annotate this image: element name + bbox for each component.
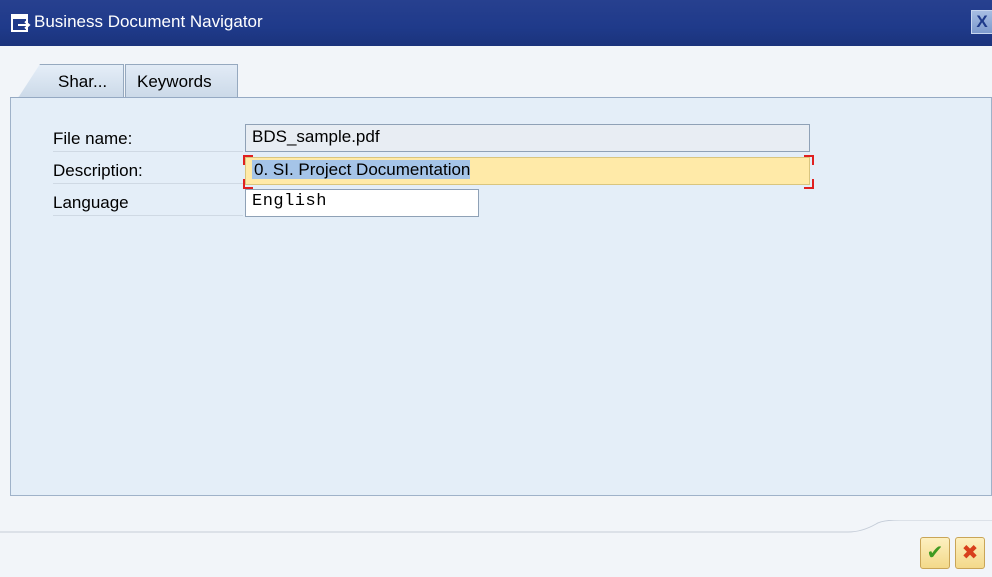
focus-corner [804,155,814,165]
checkmark-icon: ✔ [926,542,944,564]
window-icon [11,14,31,32]
tab-keywords[interactable]: Keywords [125,64,238,98]
description-label: Description: [53,159,243,184]
description-input[interactable]: 0. SI. Project Documentation [245,157,810,185]
focus-corner [804,179,814,189]
footer-separator [0,520,992,533]
cancel-button[interactable]: ✖ [955,537,985,569]
description-value[interactable]: 0. SI. Project Documentation [252,160,471,179]
file-name-field: BDS_sample.pdf [245,124,810,152]
close-button[interactable]: X [971,10,992,34]
focus-corner [243,155,253,165]
file-name-label: File name: [53,127,243,152]
language-label: Language [53,191,243,216]
ok-button[interactable]: ✔ [920,537,950,569]
language-input[interactable]: English [245,189,479,217]
tab-shar-label[interactable]: Shar... [58,72,107,92]
focus-corner [243,179,253,189]
title-bar: Business Document Navigator X [0,0,992,46]
window-title: Business Document Navigator [34,12,263,31]
cancel-icon: ✖ [961,542,979,564]
